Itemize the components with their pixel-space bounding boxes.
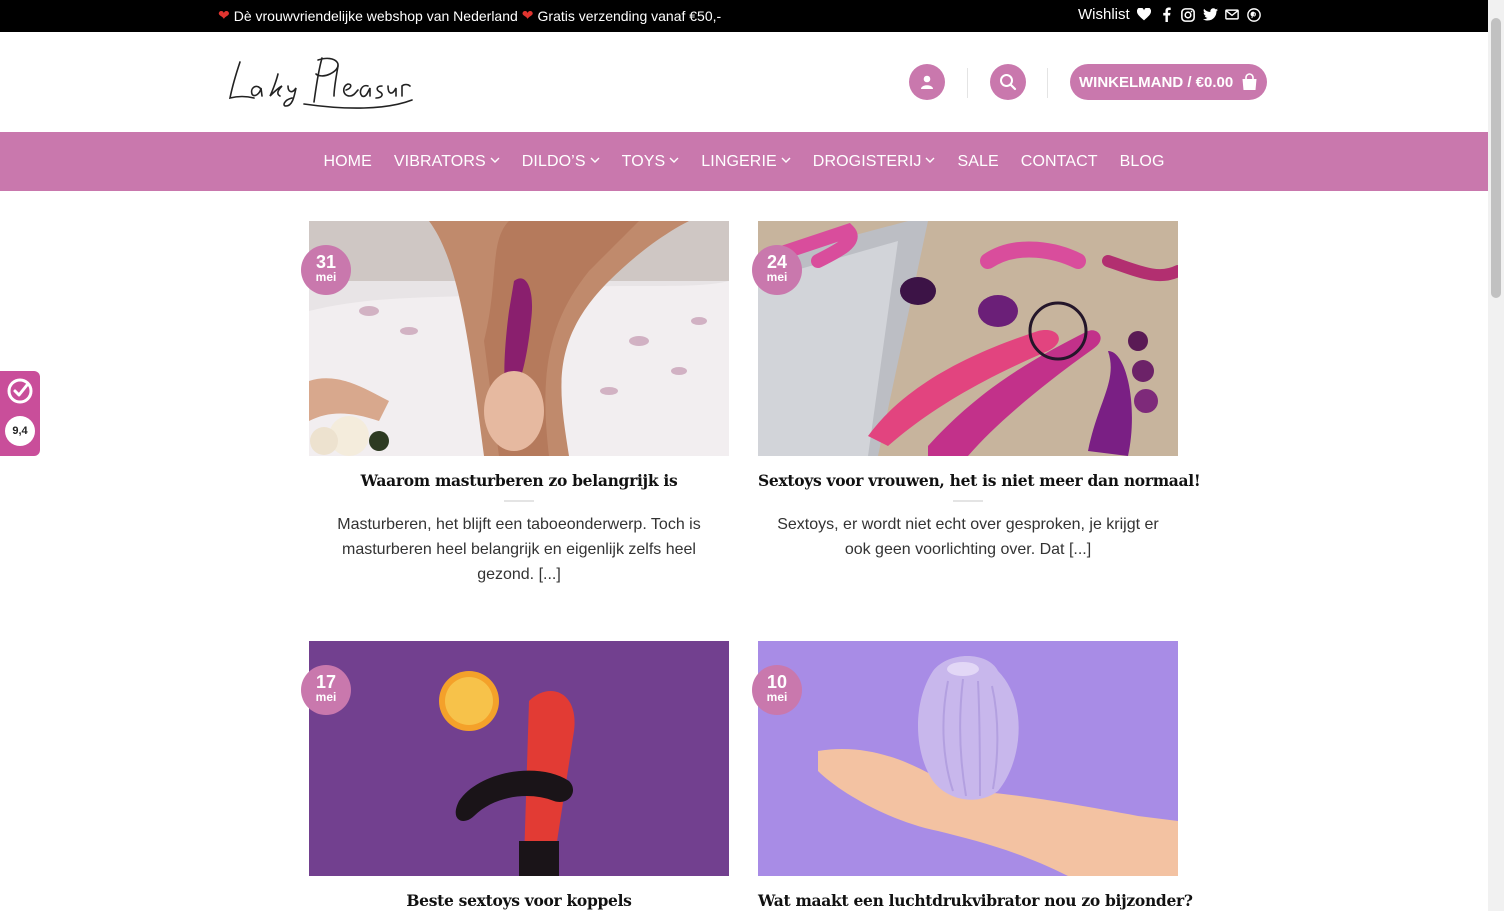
wishlist-link[interactable]: Wishlist	[1078, 6, 1130, 23]
facebook-icon[interactable]	[1159, 7, 1174, 22]
pinterest-icon[interactable]	[1247, 7, 1262, 22]
header-divider	[1047, 68, 1048, 98]
chevron-down-icon	[490, 155, 500, 166]
post-excerpt: Sextoys, er wordt niet echt over gesprok…	[777, 516, 1159, 558]
site-header: WINKELMAND / €0.00	[0, 32, 1488, 132]
promo-message: ❤ Dè vrouwvriendelijke webshop van Neder…	[218, 7, 721, 24]
instagram-icon[interactable]	[1181, 7, 1196, 22]
blog-post-card[interactable]: 10 mei Wat maakt een luchtdrukvibrator n…	[752, 641, 1193, 910]
nav-item-lingerie[interactable]: LINGERIE	[701, 153, 791, 171]
chevron-down-icon	[590, 155, 600, 166]
scrollbar[interactable]	[1488, 0, 1504, 911]
heart-icon: ❤	[521, 7, 534, 23]
post-title[interactable]: Sextoys voor vrouwen, het is niet meer d…	[758, 471, 1201, 490]
site-logo[interactable]	[226, 52, 416, 112]
review-score: 9,4	[5, 416, 35, 446]
envelope-icon[interactable]	[1225, 7, 1240, 22]
nav-item-blog[interactable]: BLOG	[1120, 153, 1165, 171]
shopping-bag-icon	[1242, 73, 1257, 90]
twitter-icon[interactable]	[1202, 7, 1218, 22]
blog-post-card[interactable]: 24 mei Sextoys voor vrouwen, het is niet…	[752, 221, 1201, 562]
title-divider	[953, 500, 983, 502]
post-excerpt: Masturberen, het blijft een taboeonderwe…	[337, 516, 701, 583]
cart-button[interactable]: WINKELMAND / €0.00	[1070, 64, 1267, 100]
chevron-down-icon	[781, 155, 791, 166]
nav-item-sale[interactable]: SALE	[957, 153, 998, 171]
post-image[interactable]	[309, 641, 729, 876]
post-date-badge: 31 mei	[301, 245, 351, 295]
heart-icon[interactable]	[1137, 7, 1152, 22]
nav-item-vibrators[interactable]: VIBRATORS	[394, 153, 500, 171]
nav-item-toys[interactable]: TOYS	[622, 153, 680, 171]
search-button[interactable]	[990, 64, 1026, 100]
checkmark-seal-icon	[0, 371, 40, 411]
top-bar: ❤ Dè vrouwvriendelijke webshop van Neder…	[0, 0, 1488, 32]
post-title[interactable]: Waarom masturberen zo belangrijk is	[309, 471, 729, 490]
post-image[interactable]	[758, 221, 1178, 456]
search-icon	[1000, 74, 1017, 91]
user-icon	[921, 75, 933, 89]
social-links: Wishlist	[1078, 6, 1262, 23]
blog-post-card[interactable]: 31 mei Waarom masturberen zo belangrijk …	[301, 221, 729, 587]
post-image[interactable]	[309, 221, 729, 456]
chevron-down-icon	[925, 155, 935, 166]
post-date-badge: 17 mei	[301, 665, 351, 715]
post-image[interactable]	[758, 641, 1178, 876]
post-title[interactable]: Beste sextoys voor koppels	[309, 891, 729, 910]
nav-item-drogisterij[interactable]: DROGISTERIJ	[813, 153, 936, 171]
nav-item-home[interactable]: HOME	[323, 153, 371, 171]
cart-label: WINKELMAND / €0.00	[1079, 73, 1234, 91]
promo-text-2: Gratis verzending vanaf €50,-	[537, 7, 722, 24]
post-date-badge: 10 mei	[752, 665, 802, 715]
promo-text-1: Dè vrouwvriendelijke webshop van Nederla…	[233, 7, 518, 24]
post-title[interactable]: Wat maakt een luchtdrukvibrator nou zo b…	[758, 891, 1193, 910]
heart-icon: ❤	[218, 7, 230, 23]
nav-item-dildos[interactable]: DILDO’S	[522, 153, 600, 171]
scrollbar-thumb[interactable]	[1491, 18, 1501, 298]
header-divider	[967, 68, 968, 98]
review-widget[interactable]: 9,4	[0, 371, 40, 456]
main-nav: HOME VIBRATORS DILDO’S TOYS LINGERIE DRO…	[0, 132, 1488, 191]
post-date-badge: 24 mei	[752, 245, 802, 295]
chevron-down-icon	[669, 155, 679, 166]
blog-post-card[interactable]: 17 mei Beste sextoys voor koppels	[301, 641, 729, 910]
nav-item-contact[interactable]: CONTACT	[1021, 153, 1098, 171]
account-button[interactable]	[909, 64, 945, 100]
title-divider	[504, 500, 534, 502]
